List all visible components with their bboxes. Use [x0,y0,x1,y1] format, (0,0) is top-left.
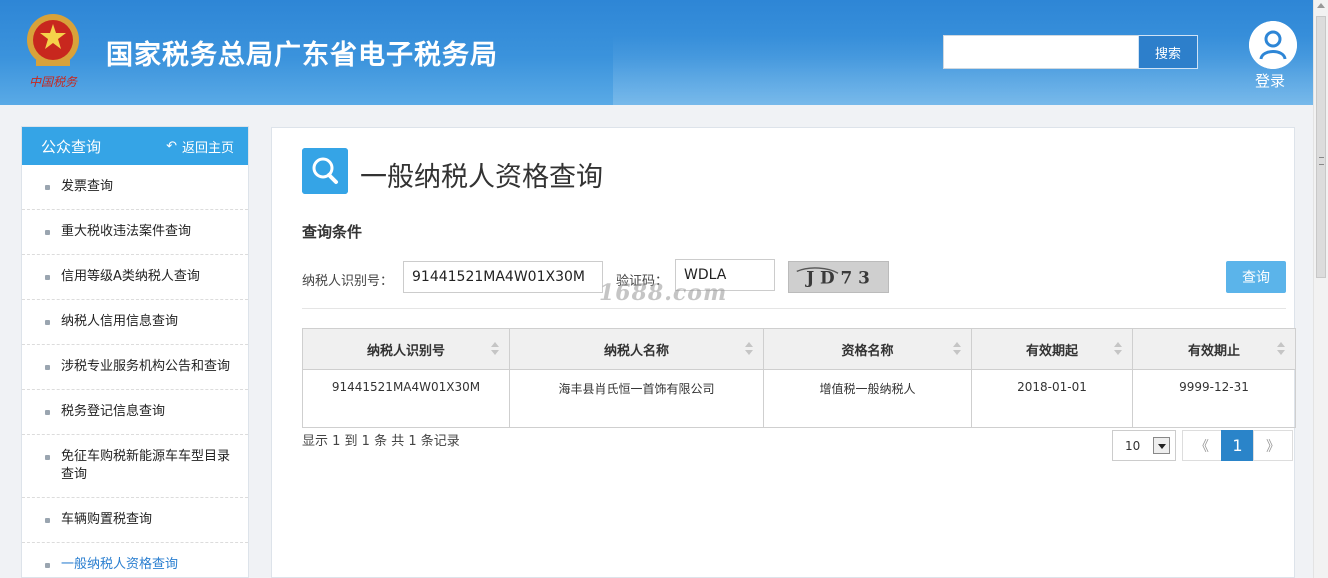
result-table: 纳税人识别号 纳税人名称 资格名称 有效期起 有效期止 91441521MA4W… [302,328,1296,428]
taxpayer-id-input[interactable]: 91441521MA4W01X30M [403,261,603,293]
table-row: 91441521MA4W01X30M 海丰县肖氏恒一首饰有限公司 增值税一般纳税… [302,369,1296,428]
sort-icon[interactable] [953,342,961,356]
table-cell: 海丰县肖氏恒一首饰有限公司 [509,369,764,428]
emblem-caption: 中国税务 [29,75,78,89]
sidebar-header: 公众查询 ↶ 返回主页 [22,127,248,165]
table-cell: 2018-01-01 [971,369,1133,428]
back-arrow-icon: ↶ [166,138,177,154]
sidebar: 公众查询 ↶ 返回主页 发票查询 重大税收违法案件查询 信用等级A类纳税人查询 … [21,126,249,578]
table-cell: 增值税一般纳税人 [763,369,972,428]
divider [302,308,1286,309]
conditions-heading: 查询条件 [302,223,363,241]
page-size-select[interactable]: 10 [1112,430,1176,461]
site-header: 中国税务 国家税务总局广东省电子税务局 搜索 登录 [0,0,1313,105]
column-header[interactable]: 资格名称 [763,328,972,370]
sidebar-item-registration[interactable]: 税务登记信息查询 [22,390,248,435]
watermark-text: 1688.com [599,280,728,306]
site-title: 国家税务总局广东省电子税务局 [106,40,498,71]
search-icon [302,148,348,194]
sort-icon[interactable] [745,342,753,356]
column-header[interactable]: 有效期止 [1132,328,1296,370]
main-panel: 一般纳税人资格查询 查询条件 纳税人识别号： 91441521MA4W01X30… [271,127,1296,578]
sidebar-item-credit-info[interactable]: 纳税人信用信息查询 [22,300,248,345]
sidebar-item-ev-catalog[interactable]: 免征车购税新能源车车型目录查询 [22,435,248,498]
sidebar-item-violation-cases[interactable]: 重大税收违法案件查询 [22,210,248,255]
taxpayer-id-label: 纳税人识别号： [302,274,394,289]
sidebar-item-invoice[interactable]: 发票查询 [22,165,248,210]
record-summary: 显示 1 到 1 条 共 1 条记录 [302,434,460,449]
back-home-link[interactable]: ↶ 返回主页 [166,137,234,156]
user-avatar-icon[interactable] [1249,21,1297,69]
sort-icon[interactable] [1114,342,1122,356]
column-header[interactable]: 纳税人名称 [509,328,764,370]
sort-icon[interactable] [491,342,499,356]
scroll-thumb[interactable] [1316,16,1326,278]
captcha-image[interactable]: J D 7 3 [788,261,889,293]
column-header[interactable]: 有效期起 [971,328,1133,370]
back-home-label: 返回主页 [181,140,234,156]
column-header[interactable]: 纳税人识别号 [302,328,510,370]
dropdown-arrow-icon[interactable] [1153,437,1170,454]
search-button[interactable]: 搜索 [1138,35,1198,69]
page-title: 一般纳税人资格查询 [360,162,603,193]
page-scrollbar[interactable] [1313,0,1328,578]
login-link[interactable]: 登录 [1255,70,1285,91]
table-cell: 9999-12-31 [1132,369,1296,428]
pagination: 《 1 》 [1182,430,1293,461]
grip-icon [1319,157,1324,165]
sidebar-title: 公众查询 [41,137,102,156]
scroll-up-icon[interactable] [1317,3,1325,8]
sidebar-item-vehicle-tax[interactable]: 车辆购置税查询 [22,498,248,543]
sidebar-item-general-taxpayer[interactable]: 一般纳税人资格查询 [22,543,248,578]
query-button[interactable]: 查询 [1226,261,1286,293]
table-header-row: 纳税人识别号 纳税人名称 资格名称 有效期起 有效期止 [302,328,1296,370]
tax-emblem-logo: 中国税务 [27,14,79,89]
sidebar-item-credit-a[interactable]: 信用等级A类纳税人查询 [22,255,248,300]
search-input[interactable] [943,35,1139,69]
prev-page-button[interactable]: 《 [1182,430,1222,461]
current-page-button[interactable]: 1 [1221,430,1254,461]
table-cell: 91441521MA4W01X30M [302,369,510,428]
captcha-text: J D 7 3 [804,268,870,288]
next-page-button[interactable]: 》 [1253,430,1293,461]
sort-icon[interactable] [1277,342,1285,356]
page-size-value: 10 [1125,438,1141,453]
sidebar-item-service-agencies[interactable]: 涉税专业服务机构公告和查询 [22,345,248,390]
